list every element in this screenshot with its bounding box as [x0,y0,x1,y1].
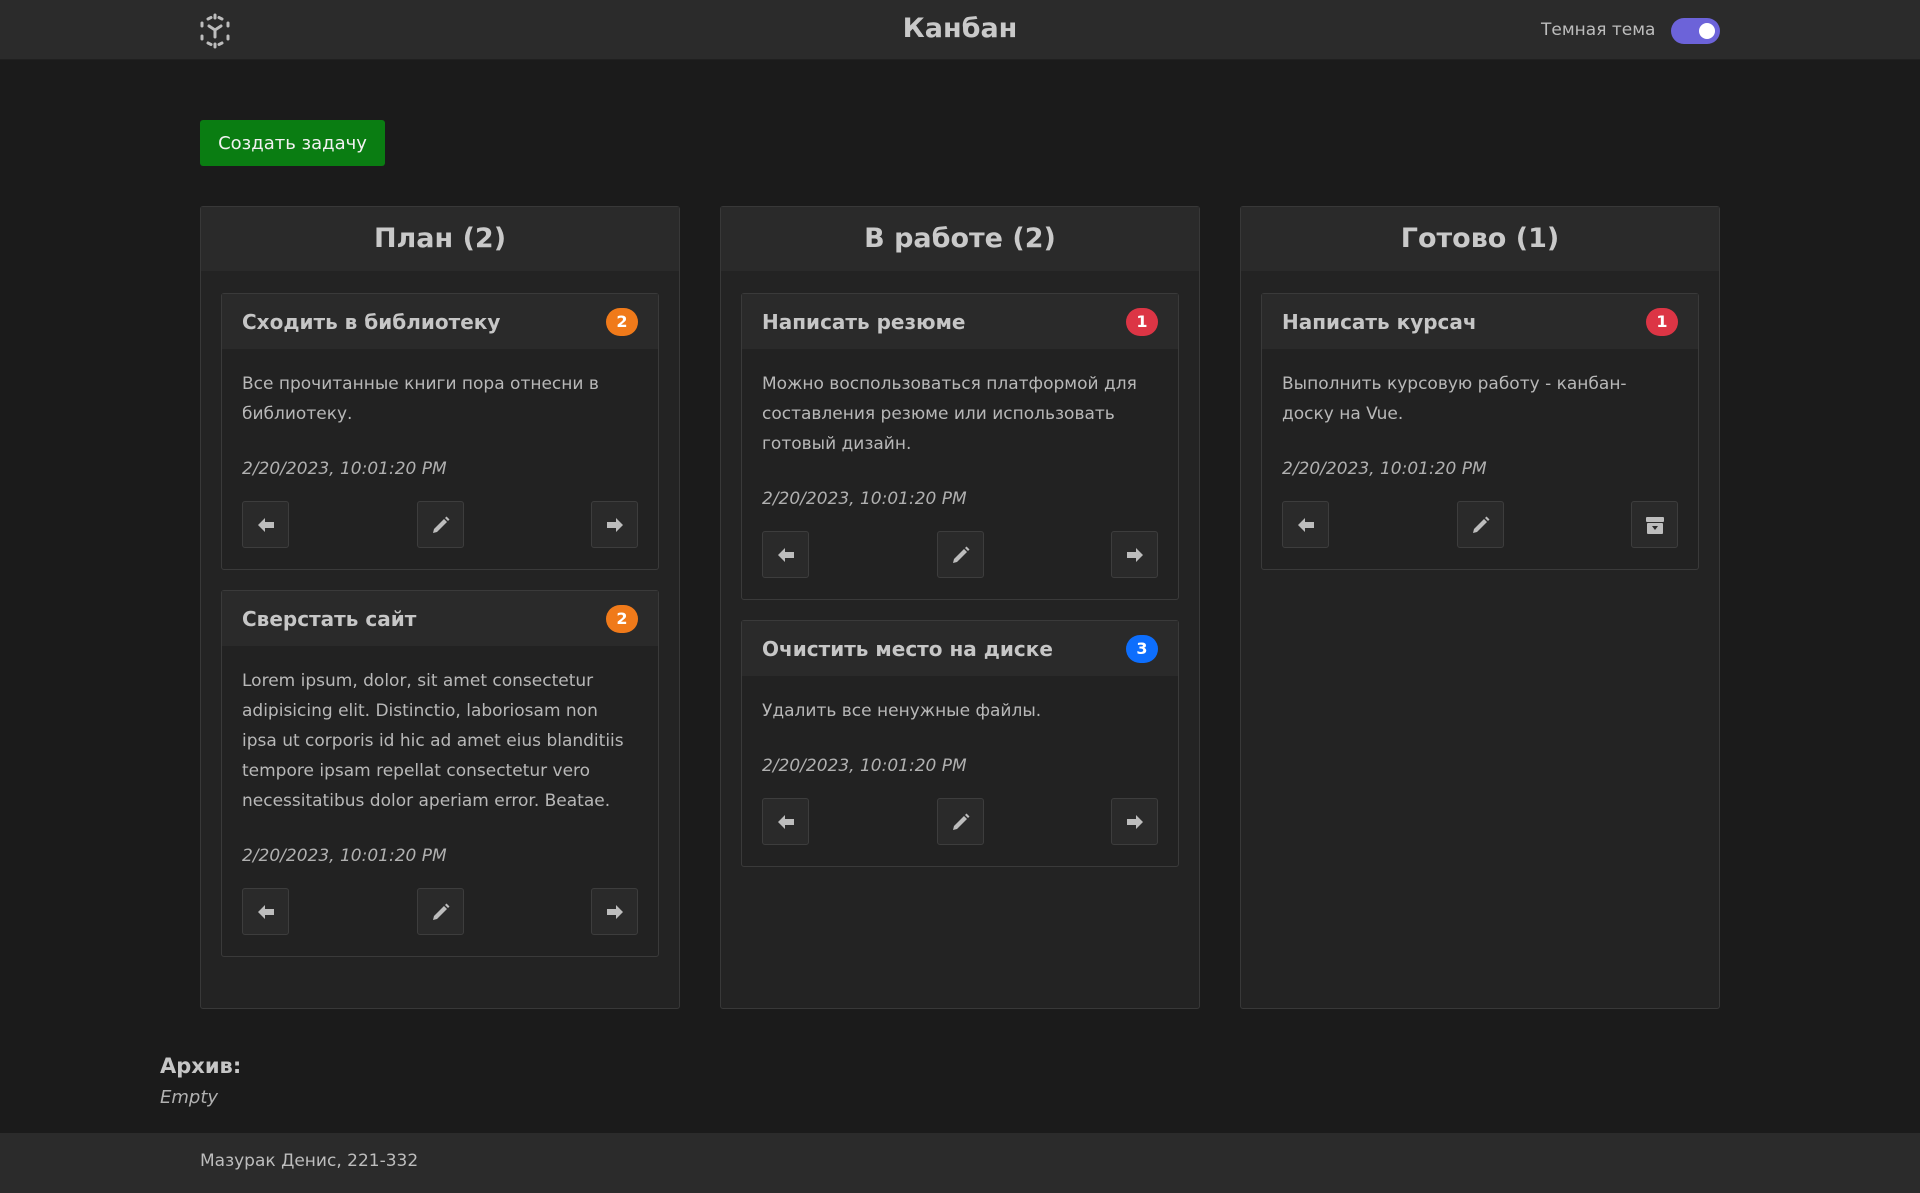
dark-theme-toggle[interactable] [1671,18,1720,44]
task-actions [242,501,638,549]
task-card-header: Сверстать сайт 2 [222,591,658,646]
priority-badge: 1 [1126,307,1158,336]
priority-badge: 3 [1126,634,1158,663]
arrow-left-icon [257,904,274,919]
priority-badge: 2 [606,307,638,336]
archive-task-button[interactable] [1631,501,1678,548]
arrow-right-icon [606,517,623,532]
edit-task-button[interactable] [417,501,464,548]
move-right-button[interactable] [591,888,638,935]
archive-empty-text: Empty [160,1087,219,1108]
pencil-icon [432,903,449,920]
pencil-icon [432,516,449,533]
top-navbar: Канбан Темная тема [0,0,1920,60]
toggle-knob [1699,23,1715,39]
footer: Мазурак Денис, 221-332 [0,1133,1920,1193]
task-card-header: Написать курсач 1 [1262,294,1698,349]
task-title: Очистить место на диске [762,636,1053,661]
task-card: Сходить в библиотеку 2 Все прочитанные кни… [221,293,659,570]
edit-task-button[interactable] [937,531,984,578]
task-actions [762,531,1158,579]
create-task-button[interactable]: Создать задачу [200,120,385,166]
edit-task-button[interactable] [1457,501,1504,548]
task-description: Можно воспользоваться платформой для сос… [762,374,1137,454]
pencil-icon [952,546,969,563]
move-left-button[interactable] [762,798,809,845]
task-title: Написать резюме [762,309,966,334]
move-left-button[interactable] [242,888,289,935]
column-2: Готово (1) Написать курсач 1 Выполнить курс… [1240,206,1720,1009]
task-description: Выполнить курсовую работу - канбан-доску… [1282,374,1627,424]
pencil-icon [952,813,969,830]
task-card: Написать курсач 1 Выполнить курсовую работ… [1261,293,1699,570]
arrow-left-icon [1297,517,1314,532]
task-date: 2/20/2023, 10:01:20 PM [242,846,447,866]
task-title: Написать курсач [1282,309,1477,334]
arrow-right-icon [606,904,623,919]
theme-toggle-label: Темная тема [1541,20,1656,40]
archive-title: Архив: [160,1054,242,1078]
column-1: В работе (2) Написать резюме 1 Можно воспол… [720,206,1200,1009]
arrow-left-icon [777,814,794,829]
task-title: Сверстать сайт [242,606,417,631]
priority-badge: 2 [606,604,638,633]
arrow-right-icon [1126,814,1143,829]
move-left-button[interactable] [1282,501,1329,548]
column-title: Готово (1) [1241,207,1719,271]
task-date: 2/20/2023, 10:01:20 PM [762,489,967,509]
task-actions [242,888,638,936]
task-card-header: Очистить место на диске 3 [742,621,1178,676]
arrow-left-icon [777,547,794,562]
task-date: 2/20/2023, 10:01:20 PM [762,756,967,776]
column-title: План (2) [201,207,679,271]
task-card: Написать резюме 1 Можно воспользоваться пл… [741,293,1179,600]
move-left-button[interactable] [762,531,809,578]
column-title: В работе (2) [721,207,1199,271]
move-right-button[interactable] [1111,798,1158,845]
edit-task-button[interactable] [417,888,464,935]
task-date: 2/20/2023, 10:01:20 PM [1282,459,1487,479]
task-date: 2/20/2023, 10:01:20 PM [242,459,447,479]
task-description: Удалить все ненужные файлы. [762,701,1042,721]
task-card: Очистить место на диске 3 Удалить все нену… [741,620,1179,867]
task-actions [1282,501,1678,549]
arrow-left-icon [257,517,274,532]
priority-badge: 1 [1646,307,1678,336]
task-actions [762,798,1158,846]
arrow-right-icon [1126,547,1143,562]
archive-icon [1645,516,1664,534]
pencil-icon [1472,516,1489,533]
edit-task-button[interactable] [937,798,984,845]
task-card-header: Написать резюме 1 [742,294,1178,349]
task-title: Сходить в библиотеку [242,309,501,334]
task-card: Сверстать сайт 2 Lorem ipsum, dolor, sit a… [221,590,659,957]
move-left-button[interactable] [242,501,289,548]
column-0: План (2) Сходить в библиотеку 2 Все прочита… [200,206,680,1009]
move-right-button[interactable] [1111,531,1158,578]
task-description: Все прочитанные книги пора отнесни в биб… [242,374,599,424]
move-right-button[interactable] [591,501,638,548]
footer-author: Мазурак Денис, 221-332 [200,1151,419,1171]
task-description: Lorem ipsum, dolor, sit amet consectetur… [242,671,624,811]
task-card-header: Сходить в библиотеку 2 [222,294,658,349]
